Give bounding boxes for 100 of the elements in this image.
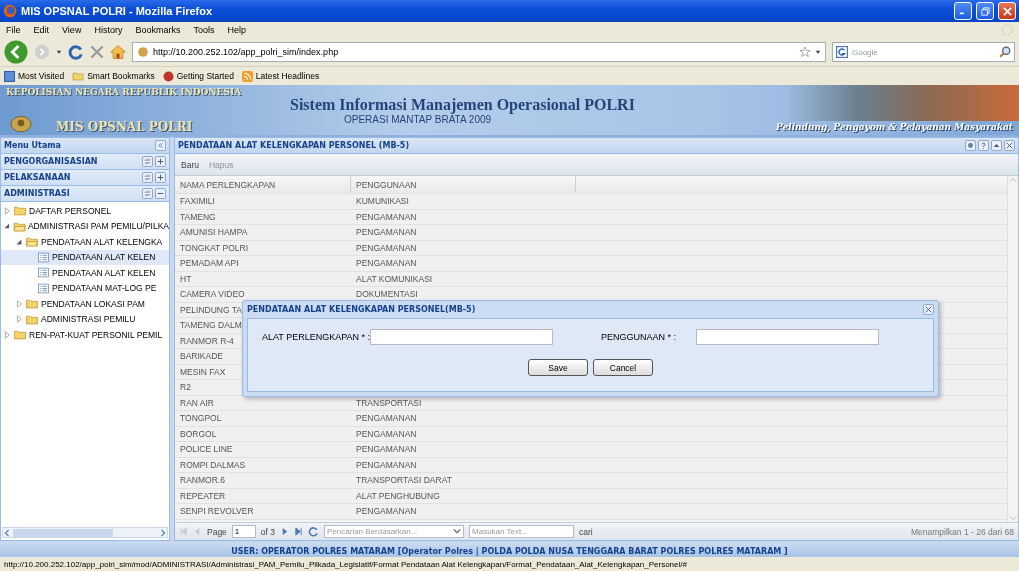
vertical-scrollbar[interactable] xyxy=(1007,176,1018,522)
tree-item[interactable]: PENDATAAN LOKASI PAM xyxy=(1,296,169,312)
bookmark-link[interactable]: Smart Bookmarks xyxy=(72,71,155,81)
search-button[interactable]: cari xyxy=(579,526,593,537)
minimize-button[interactable] xyxy=(954,2,972,20)
table-cell: ALAT PENGHUBUNG xyxy=(356,490,440,501)
close-icon xyxy=(1002,6,1012,16)
tree-item[interactable]: REN-PAT-KUAT PERSONIL PEMIL xyxy=(1,327,169,343)
address-bar[interactable]: http://10.200.252.102/app_polri_sim/index.php xyxy=(132,42,826,62)
collapsed-arrow-icon[interactable] xyxy=(3,206,11,215)
accordion-header[interactable]: PENGORGANISASIAN xyxy=(1,154,169,170)
toggle-button[interactable] xyxy=(155,156,166,167)
home-icon[interactable] xyxy=(110,44,126,60)
tree-item[interactable]: ADMINISTRASI PEMILU xyxy=(1,311,169,327)
menu-item[interactable]: Edit xyxy=(33,25,50,35)
filter-dropdown[interactable]: Pencarian Berdasarkan... xyxy=(324,525,465,538)
tree-item[interactable]: PENDATAAN MAT-LOG PE xyxy=(1,280,169,296)
help-button[interactable] xyxy=(978,140,989,151)
table-cell: PENGAMANAN xyxy=(356,413,417,424)
menu-item[interactable]: View xyxy=(62,25,82,35)
menu-item[interactable]: Help xyxy=(227,25,246,35)
open-folder-icon xyxy=(25,236,39,248)
plus-icon xyxy=(157,158,164,165)
table-cell: AMUNISI HAMPA xyxy=(180,227,248,238)
close-button[interactable] xyxy=(1004,140,1015,151)
table-cell: TRANSPORTASI xyxy=(356,397,422,408)
table-cell: ROMPI DALMAS xyxy=(180,459,246,470)
table-cell: TONGPOL xyxy=(180,413,222,424)
dropdown-icon[interactable] xyxy=(56,49,62,55)
horizontal-scrollbar[interactable] xyxy=(2,527,168,538)
plus-icon xyxy=(157,174,164,181)
bookmark-link[interactable]: Most Visited xyxy=(4,70,65,82)
star-icon[interactable] xyxy=(799,46,811,58)
refresh-icon[interactable] xyxy=(308,526,320,537)
up-caret-icon xyxy=(993,142,1000,149)
tree-item[interactable]: PENDATAAN ALAT KELENGKA xyxy=(1,234,169,250)
swap-arrows-icon xyxy=(144,190,151,197)
dialog-close-button[interactable] xyxy=(923,304,934,315)
field-label: PENGGUNAAN * : xyxy=(600,332,678,342)
search-box[interactable]: Google xyxy=(832,42,1015,62)
agency-name: KEPOLISIAN NEGARA REPUBLIK INDONESIA xyxy=(6,87,243,97)
page-input[interactable]: 1 xyxy=(231,525,256,538)
scroll-left-icon xyxy=(3,528,11,537)
site-icon xyxy=(137,46,149,58)
menu-item[interactable]: Bookmarks xyxy=(135,25,181,35)
search-icon[interactable] xyxy=(999,46,1011,58)
table-cell: KUMUNIKASI xyxy=(356,196,409,207)
menu-item[interactable]: Tools xyxy=(193,25,215,35)
dropdown-icon[interactable] xyxy=(815,49,821,55)
last-page-icon[interactable] xyxy=(294,527,304,536)
toggle-button[interactable] xyxy=(155,172,166,183)
bookmark-link[interactable]: Getting Started xyxy=(162,70,234,82)
user-info: USER: OPERATOR POLRES MATARAM [Operator Polres | POLDA POLDA NUSA TENGGARA BARAT POLRES POLRES MATARAM ] xyxy=(231,546,788,556)
restore-button[interactable] xyxy=(976,2,994,20)
input-field[interactable] xyxy=(370,329,554,345)
bookmark-page-icon xyxy=(4,70,15,82)
toolbar-button[interactable]: Baru xyxy=(181,159,199,170)
status-url: http://10.200.252.102/app_polri_sim/mod/ADMINISTRASI/Administrasi_PAM_Pemilu_Pilkada_Legislatif/Format Pendataan Alat Kelengkapan/Format_Pendataan_Alat_Kelengkapan_Personel/# xyxy=(4,559,687,569)
collapse-button[interactable] xyxy=(155,140,166,151)
dialog-button[interactable]: Cancel xyxy=(593,359,653,376)
app-name: MIS OPSNAL POLRI xyxy=(56,120,193,134)
table-cell: PENGAMANAN xyxy=(356,211,417,222)
tree-item[interactable]: DAFTAR PERSONEL xyxy=(1,203,169,219)
bookmark-link[interactable]: Latest Headlines xyxy=(241,70,320,82)
swap-arrows-icon xyxy=(144,158,151,165)
collapse-button[interactable] xyxy=(991,140,1002,151)
list-page-icon xyxy=(37,282,50,294)
close-icon xyxy=(1006,142,1013,149)
table-cell: CAMERA VIDEO xyxy=(180,289,245,300)
toggle-button[interactable] xyxy=(155,188,166,199)
search-text-field[interactable]: Masukan Text... xyxy=(469,525,575,538)
folder-icon xyxy=(13,205,27,217)
tree-item[interactable]: ADMINISTRASI PAM PEMILU/PILKA xyxy=(1,218,169,234)
accordion-header[interactable]: PELAKSANAAN xyxy=(1,170,169,186)
table-cell: TAMENG DALM xyxy=(180,320,242,331)
menu-item[interactable]: File xyxy=(6,25,21,35)
double-chevron-icon xyxy=(157,142,164,149)
table-cell: PENGAMANAN xyxy=(356,258,417,269)
column-header[interactable]: PENGGUNAAN xyxy=(351,176,576,193)
stop-icon[interactable] xyxy=(90,45,104,59)
swap-arrows-icon xyxy=(144,174,151,181)
reload-icon[interactable] xyxy=(68,44,84,60)
scroll-down-icon xyxy=(1009,514,1017,522)
next-page-icon[interactable] xyxy=(280,527,290,536)
accordion-header[interactable]: ADMINISTRASI xyxy=(1,186,169,202)
menu-item[interactable]: History xyxy=(94,25,123,35)
table-cell: PENGAMANAN xyxy=(356,227,417,238)
table-cell: TRANSPORTASI DARAT xyxy=(356,475,452,486)
throbber-icon xyxy=(1001,24,1013,36)
gear-button[interactable] xyxy=(965,140,976,151)
table-cell: ALAT KOMUNIKASI xyxy=(356,273,433,284)
table-cell: HT xyxy=(180,273,192,284)
table-cell: PENGAMANAN xyxy=(356,242,417,253)
tree-item[interactable]: PENDATAAN ALAT KELEN xyxy=(1,249,169,265)
table-cell: TAMENG xyxy=(180,211,216,222)
table-cell: PELINDUNG TA xyxy=(180,304,243,315)
input-field[interactable] xyxy=(696,329,879,345)
dialog-button[interactable]: Save xyxy=(528,359,588,376)
column-header[interactable]: NAMA PERLENGKAPAN xyxy=(175,176,351,193)
tree-item[interactable]: PENDATAAN ALAT KELEN xyxy=(1,265,169,281)
